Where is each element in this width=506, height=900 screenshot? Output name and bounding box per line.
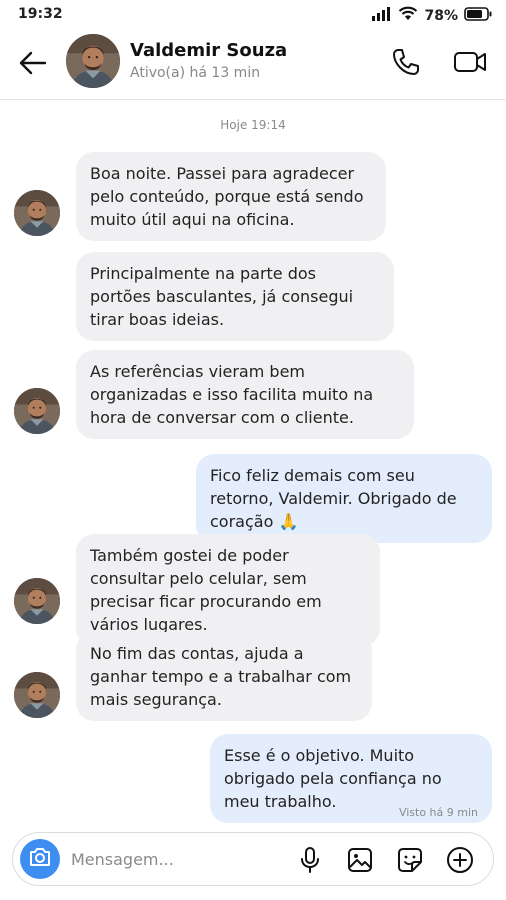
- sticker-button[interactable]: [395, 845, 425, 875]
- message-avatar[interactable]: [14, 190, 60, 236]
- chat-header: Valdemir Souza Ativo(a) há 13 min: [0, 30, 506, 100]
- message-bubble[interactable]: Boa noite. Passei para agradecer pelo co…: [76, 152, 386, 241]
- status-bar: 19:32 78%: [0, 0, 506, 30]
- signal-icon: [372, 6, 392, 25]
- date-separator: Hoje 19:14: [220, 118, 286, 132]
- message-bubble-sent[interactable]: Fico feliz demais com seu retorno, Valde…: [196, 454, 492, 543]
- back-button[interactable]: [16, 46, 50, 80]
- battery-percent: 78%: [424, 7, 458, 24]
- status-time: 19:32: [18, 6, 63, 22]
- camera-icon: [28, 846, 52, 872]
- more-options-button[interactable]: [445, 845, 475, 875]
- message-avatar[interactable]: [14, 672, 60, 718]
- battery-icon: [464, 6, 492, 25]
- video-call-button[interactable]: [452, 46, 490, 78]
- message-bubble[interactable]: Também gostei de poder consultar pelo ce…: [76, 534, 380, 646]
- message-input[interactable]: [71, 847, 281, 871]
- message-bubble[interactable]: As referências vieram bem organizadas e …: [76, 350, 414, 439]
- microphone-icon: [295, 847, 325, 879]
- camera-button[interactable]: [20, 839, 60, 879]
- contact-name[interactable]: Valdemir Souza: [130, 40, 287, 61]
- video-camera-icon: [452, 52, 488, 82]
- presence-status: Ativo(a) há 13 min: [130, 65, 261, 81]
- message-bubble[interactable]: Principalmente na parte dos portões basc…: [76, 252, 394, 341]
- message-avatar[interactable]: [14, 578, 60, 624]
- contact-avatar[interactable]: [66, 34, 120, 88]
- message-bubble[interactable]: No fim das contas, ajuda a ganhar tempo …: [76, 632, 372, 721]
- phone-icon: [390, 49, 422, 82]
- gallery-button[interactable]: [345, 845, 375, 875]
- sticker-icon: [395, 848, 425, 879]
- message-composer: [12, 832, 494, 886]
- seen-status: Visto há 9 min: [398, 806, 478, 819]
- message-avatar[interactable]: [14, 388, 60, 434]
- voice-button[interactable]: [295, 845, 325, 875]
- image-icon: [345, 848, 375, 879]
- plus-circle-icon: [445, 847, 475, 879]
- wifi-icon: [398, 6, 418, 25]
- call-button[interactable]: [390, 46, 426, 78]
- arrow-left-icon: [16, 51, 50, 84]
